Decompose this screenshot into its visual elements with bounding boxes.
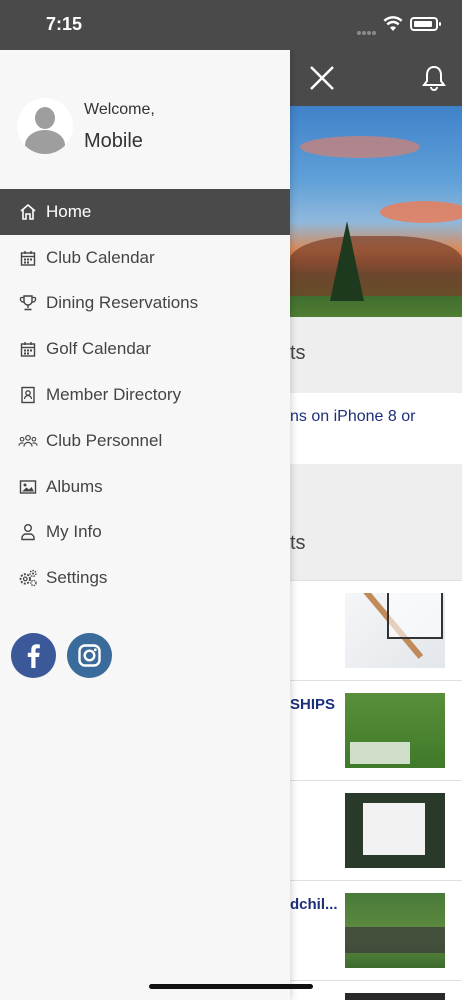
navigation-drawer: Welcome, Mobile Home Club Calendar Dinin…	[0, 50, 290, 1000]
gears-icon	[18, 568, 38, 588]
menu-item-label: Settings	[46, 568, 108, 588]
signal-icon	[357, 22, 379, 35]
menu-item-member-directory[interactable]: Member Directory	[0, 372, 290, 418]
menu-item-club-personnel[interactable]: Club Personnel	[0, 418, 290, 464]
welcome-label: Welcome,	[84, 101, 155, 118]
menu-item-label: Dining Reservations	[46, 293, 199, 313]
calendar-icon	[18, 339, 38, 359]
instagram-icon	[78, 644, 101, 667]
avatar[interactable]	[17, 98, 73, 154]
status-bar: 7:15	[0, 0, 462, 50]
menu-item-label: Golf Calendar	[46, 339, 151, 359]
menu-item-label: Member Directory	[46, 385, 182, 405]
news-thumbnail[interactable]	[345, 593, 445, 668]
menu-item-label: Club Calendar	[46, 247, 155, 267]
facebook-button[interactable]	[11, 633, 56, 678]
home-icon	[18, 202, 38, 222]
wifi-icon	[383, 16, 403, 31]
news-title[interactable]: SHIPS	[290, 696, 335, 713]
menu-item-home[interactable]: Home	[0, 189, 290, 235]
menu-item-label: Home	[46, 201, 92, 221]
menu-item-my-info[interactable]: My Info	[0, 510, 290, 556]
menu-item-label: Club Personnel	[46, 430, 163, 450]
trophy-icon	[18, 293, 38, 313]
bell-icon[interactable]	[420, 64, 448, 92]
instagram-button[interactable]	[67, 633, 112, 678]
home-indicator[interactable]	[149, 984, 313, 989]
people-icon	[18, 431, 38, 451]
menu-item-settings[interactable]: Settings	[0, 555, 290, 601]
section-title: ts	[290, 532, 306, 554]
menu-item-club-calendar[interactable]: Club Calendar	[0, 235, 290, 281]
menu-item-dining-reservations[interactable]: Dining Reservations	[0, 281, 290, 327]
news-thumbnail[interactable]	[345, 893, 445, 968]
calendar-icon	[18, 248, 38, 268]
notice-link[interactable]: ns on iPhone 8 or	[290, 408, 415, 426]
close-icon[interactable]	[308, 64, 336, 92]
menu-item-albums[interactable]: Albums	[0, 464, 290, 510]
menu-item-label: My Info	[46, 522, 102, 542]
image-icon	[18, 477, 38, 497]
user-icon	[18, 522, 38, 542]
news-thumbnail[interactable]	[345, 693, 445, 768]
news-thumbnail[interactable]	[345, 793, 445, 868]
username: Mobile	[84, 130, 143, 152]
news-thumbnail[interactable]	[345, 993, 445, 1000]
facebook-icon	[27, 644, 40, 668]
drawer-menu: Home Club Calendar Dining Reservations G…	[0, 189, 290, 601]
menu-item-label: Albums	[46, 476, 103, 496]
menu-item-golf-calendar[interactable]: Golf Calendar	[0, 326, 290, 372]
news-title[interactable]: dchil...	[290, 896, 338, 913]
battery-icon	[410, 17, 441, 31]
section-title: ts	[290, 342, 306, 364]
status-time: 7:15	[46, 14, 83, 34]
contact-book-icon	[18, 385, 38, 405]
